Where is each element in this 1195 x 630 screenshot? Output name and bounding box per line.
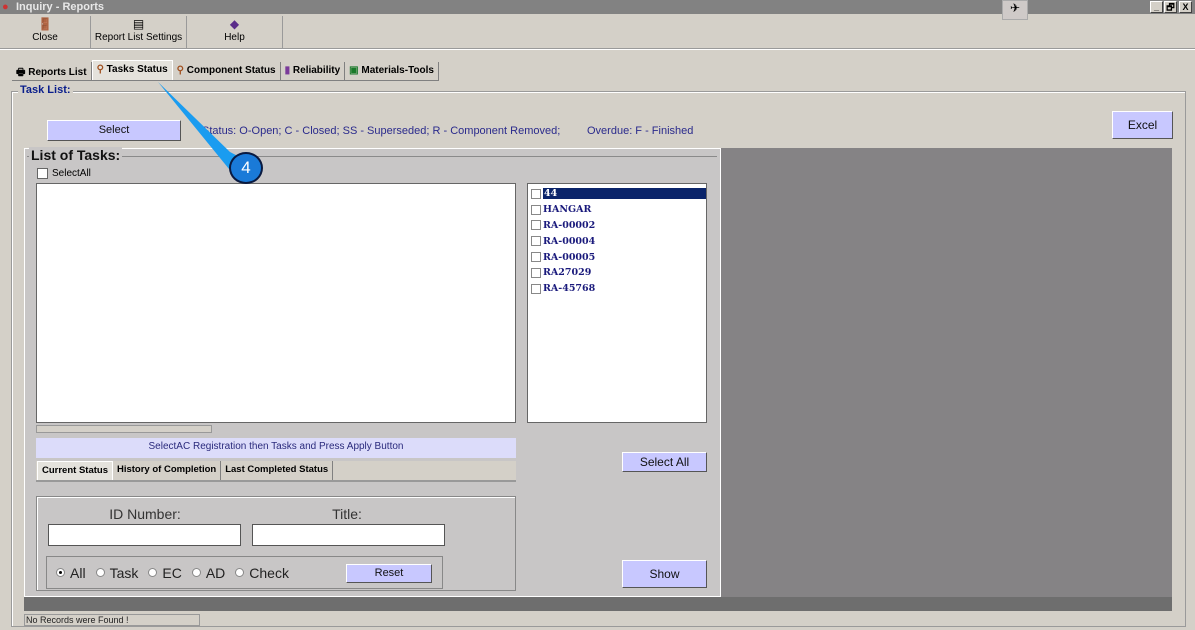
list-of-tasks-legend: List of Tasks:: [29, 147, 123, 163]
select-all-label: SelectAll: [52, 168, 91, 179]
title-input[interactable]: [252, 524, 445, 546]
tab-reports-list[interactable]: 🖶 Reports List: [12, 62, 92, 80]
registration-label: 44: [543, 188, 706, 200]
registration-list[interactable]: 44 HANGAR RA-00002 RA-00004 RA-00005 RA27029 R…: [527, 183, 707, 423]
show-button[interactable]: Show: [622, 560, 707, 588]
registration-label: RA27029: [543, 267, 592, 279]
tab-component-status[interactable]: ⚲ Component Status: [172, 62, 281, 80]
radio-label: All: [70, 564, 86, 581]
filter-ec-radio[interactable]: EC: [148, 564, 182, 581]
tab-reliability[interactable]: ▮ Reliability: [280, 62, 346, 80]
minimize-button[interactable]: _: [1150, 1, 1163, 13]
restore-button[interactable]: 🗗: [1164, 1, 1177, 13]
id-number-label: ID Number:: [109, 506, 181, 522]
checkbox-icon: [531, 204, 541, 215]
radio-icon: [235, 568, 245, 577]
subtab-current-status[interactable]: Current Status: [37, 461, 113, 480]
registration-label: RA-00005: [543, 251, 596, 263]
registration-item[interactable]: RA-45768: [528, 281, 706, 297]
checkbox-icon: [531, 236, 541, 247]
bar-chart-icon: ▮: [284, 65, 293, 76]
horizontal-scrollbar[interactable]: [36, 425, 212, 433]
subtab-last-completed-status[interactable]: Last Completed Status: [221, 461, 334, 480]
door-exit-icon: 🚪: [37, 17, 53, 31]
list-settings-icon: ▤: [132, 17, 145, 31]
registration-label: RA-00002: [543, 219, 596, 231]
toolbar-close-button[interactable]: 🚪 Close: [0, 16, 91, 48]
radio-icon: [56, 568, 65, 577]
tab-label: Materials-Tools: [361, 65, 434, 76]
radio-label: EC: [162, 564, 182, 581]
help-book-icon: ◆: [229, 17, 240, 31]
tab-tasks-status[interactable]: ⚲ Tasks Status: [91, 60, 173, 80]
tab-label: Component Status: [186, 65, 276, 76]
registration-label: RA-45768: [543, 283, 596, 295]
results-panel: [721, 148, 1172, 597]
id-number-input[interactable]: [48, 524, 241, 546]
app-icon: ●: [2, 1, 9, 13]
hint-bar: SelectAC Registration then Tasks and Pre…: [36, 438, 516, 458]
registration-item[interactable]: RA-00002: [528, 218, 706, 234]
toolbar-label: Close: [32, 32, 58, 43]
main-tabs: 🖶 Reports List ⚲ Tasks Status ⚲ Componen…: [12, 60, 439, 81]
status-bar: No Records were Found !: [24, 614, 200, 626]
step-callout-badge: 4: [229, 152, 263, 184]
results-footer-bar: [24, 597, 1172, 611]
registration-item[interactable]: RA27029: [528, 265, 706, 281]
radio-label: AD: [205, 564, 226, 581]
tab-materials-tools[interactable]: ▣ Materials-Tools: [345, 62, 439, 80]
checkbox-icon: [531, 252, 541, 263]
checkbox-icon: [531, 267, 541, 278]
checkbox-icon: [531, 220, 541, 231]
radio-icon: [191, 568, 201, 577]
window-title: Inquiry - Reports: [16, 1, 105, 13]
people-search-icon: ⚲: [176, 65, 187, 76]
subtab-history-of-completion[interactable]: History of Completion: [112, 461, 222, 480]
radio-label: Task: [109, 564, 139, 581]
reset-button[interactable]: Reset: [346, 564, 432, 583]
airplane-icon[interactable]: ✈: [1002, 0, 1028, 20]
status-subtabs: Current Status History of Completion Las…: [36, 461, 516, 482]
checkbox-icon: [531, 188, 541, 199]
registration-item[interactable]: HANGAR: [528, 202, 706, 218]
checkbox-icon: [531, 283, 541, 294]
toolbar-help-button[interactable]: ◆ Help: [187, 16, 283, 48]
filter-task-radio[interactable]: Task: [95, 564, 139, 581]
radio-icon: [148, 568, 158, 577]
tab-label: Tasks Status: [106, 64, 168, 75]
overdue-legend: Overdue: F - Finished: [587, 125, 694, 137]
people-search-icon: ⚲: [96, 64, 107, 75]
select-all-checkbox[interactable]: SelectAll: [37, 168, 91, 179]
filter-all-radio[interactable]: All: [56, 565, 86, 581]
registration-label: HANGAR: [543, 204, 592, 216]
toolbar-report-list-settings-button[interactable]: ▤ Report List Settings: [91, 16, 187, 48]
radio-label: Check: [249, 564, 289, 581]
task-list-legend: Task List:: [18, 84, 73, 96]
tab-label: Reports List: [28, 67, 87, 78]
toolbar-label: Help: [224, 32, 245, 43]
printer-icon: 🖶: [16, 67, 29, 78]
filter-ad-radio[interactable]: AD: [191, 564, 226, 581]
list-of-tasks-border: [27, 156, 717, 157]
toolbar-divider: [0, 48, 1195, 50]
checkbox-icon: [37, 168, 48, 179]
registration-item[interactable]: 44: [528, 186, 706, 202]
tasks-list[interactable]: [36, 183, 516, 423]
select-all-button[interactable]: Select All: [622, 452, 707, 472]
excel-button[interactable]: Excel: [1112, 111, 1173, 139]
close-window-button[interactable]: X: [1179, 1, 1192, 13]
title-label: Title:: [332, 506, 362, 522]
toolbar-label: Report List Settings: [94, 32, 183, 43]
registration-item[interactable]: RA-00004: [528, 233, 706, 249]
radio-icon: [95, 568, 105, 577]
registration-item[interactable]: RA-00005: [528, 249, 706, 265]
filter-check-radio[interactable]: Check: [235, 565, 289, 581]
excel-icon: ▣: [349, 65, 362, 76]
registration-label: RA-00004: [543, 235, 596, 247]
tab-label: Reliability: [292, 65, 341, 76]
